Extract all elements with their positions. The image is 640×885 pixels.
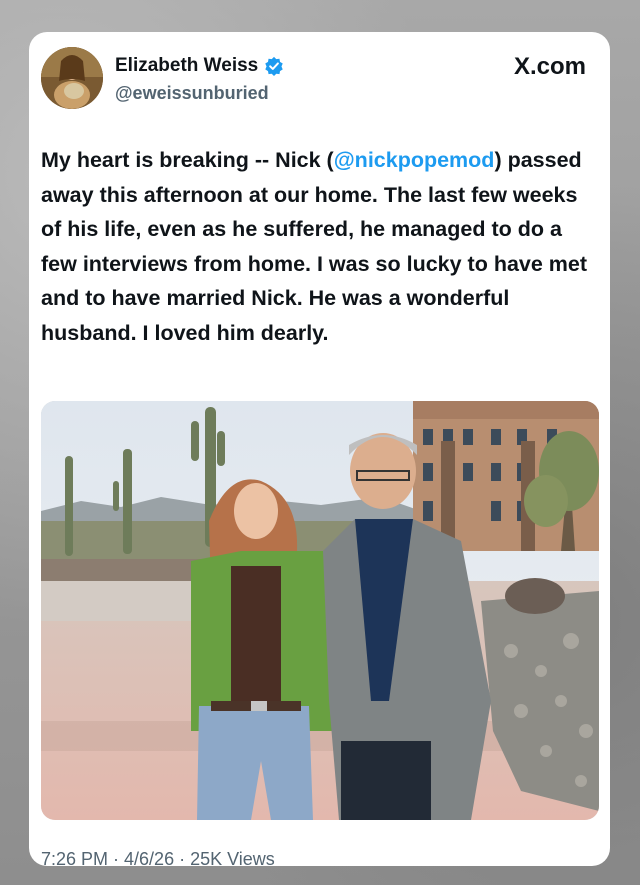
tweet-text: My heart is breaking -- Nick (@nickpopem…	[41, 143, 601, 350]
author-name[interactable]: Elizabeth Weiss	[115, 55, 258, 77]
mention-link[interactable]: @nickpopemod	[334, 148, 495, 172]
author-info: Elizabeth Weiss @eweissunburied	[115, 55, 284, 104]
author-handle[interactable]: @eweissunburied	[115, 83, 284, 104]
tweet-text-rest: ) passed away this afternoon at our home…	[41, 148, 588, 345]
avatar[interactable]	[41, 47, 103, 109]
tweet-header: Elizabeth Weiss @eweissunburied X.com	[41, 47, 598, 111]
source-label[interactable]: X.com	[514, 53, 586, 81]
tweet-card[interactable]: Elizabeth Weiss @eweissunburied X.com My…	[29, 32, 610, 866]
avatar-image	[41, 47, 103, 109]
verified-badge-icon	[265, 56, 283, 76]
photo-couple-outdoors	[41, 401, 599, 820]
tweet-photo[interactable]	[41, 401, 599, 820]
tweet-text-start: My heart is breaking -- Nick (	[41, 148, 334, 172]
tweet-timestamp-views[interactable]: 7:26 PM · 4/6/26 · 25K Views	[41, 849, 275, 866]
